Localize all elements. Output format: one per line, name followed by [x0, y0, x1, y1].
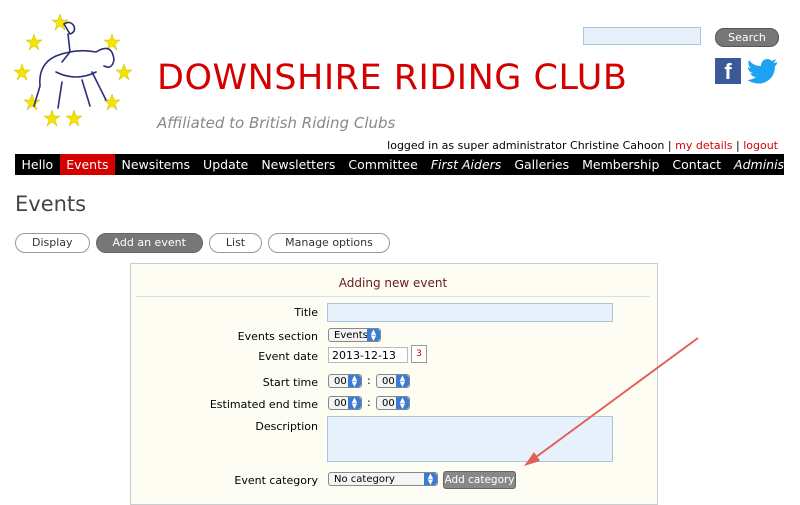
description-label: Description — [255, 420, 318, 433]
logo-star-icon — [103, 93, 121, 111]
events-section-label: Events section — [237, 330, 318, 343]
logo-star-icon — [13, 63, 31, 81]
event-tabs: Display Add an event List Manage options — [15, 233, 390, 253]
tab-list[interactable]: List — [208, 233, 263, 253]
annotation-arrow-icon — [524, 337, 699, 466]
select-arrows-icon: ▲ ▼ — [424, 473, 437, 486]
tab-display[interactable]: Display — [15, 233, 90, 253]
nav-item-contact[interactable]: Contact — [666, 154, 728, 175]
logo-star-icon — [103, 33, 121, 51]
my-details-link[interactable]: my details — [675, 139, 732, 152]
main-nav: Hello Events Newsitems Update Newsletter… — [15, 154, 800, 175]
site-tagline: Affiliated to British Riding Clubs — [157, 114, 396, 132]
event-category-label: Event category — [234, 474, 318, 487]
logo-star-icon — [115, 63, 133, 81]
club-logo — [13, 13, 133, 127]
nav-item-events[interactable]: Events — [59, 154, 116, 175]
nav-item-membership[interactable]: Membership — [576, 154, 666, 175]
form-heading: Adding new event — [136, 268, 650, 297]
search-button[interactable]: Search — [715, 28, 779, 47]
start-minute-value: 00 — [382, 376, 395, 387]
nav-item-update[interactable]: Update — [197, 154, 255, 175]
title-label: Title — [294, 306, 318, 319]
start-time-label: Start time — [262, 376, 318, 389]
select-arrows-icon: ▲ ▼ — [396, 375, 409, 388]
end-hour-value: 00 — [334, 398, 347, 409]
nav-item-newsletters[interactable]: Newsletters — [255, 154, 342, 175]
start-time-colon: : — [367, 374, 371, 387]
search-input[interactable] — [583, 27, 701, 45]
login-separator: | — [735, 139, 740, 152]
event-date-input[interactable]: 2013-12-13 — [328, 347, 408, 363]
login-text: logged in as super administrator Christi… — [387, 139, 672, 152]
logo-star-icon — [65, 109, 83, 127]
title-input[interactable] — [327, 303, 613, 322]
start-hour-select[interactable]: 00 ▲ ▼ — [328, 374, 362, 388]
tab-manage-options[interactable]: Manage options — [268, 233, 390, 253]
end-minute-value: 00 — [382, 398, 395, 409]
end-time-colon: : — [367, 396, 371, 409]
twitter-icon[interactable] — [748, 58, 778, 84]
calendar-icon[interactable]: 3 — [411, 345, 427, 363]
select-arrows-icon: ▲ ▼ — [367, 329, 380, 342]
logo-star-icon — [25, 33, 43, 51]
event-date-label: Event date — [258, 350, 318, 363]
logo-star-icon — [43, 109, 61, 127]
event-category-select[interactable]: No category ▲ ▼ — [328, 472, 438, 486]
nav-item-newsitems[interactable]: Newsitems — [115, 154, 197, 175]
select-arrows-icon: ▲ ▼ — [396, 397, 409, 410]
nav-item-committee[interactable]: Committee — [342, 154, 424, 175]
nav-item-hello[interactable]: Hello — [15, 154, 60, 175]
select-arrows-icon: ▲ ▼ — [348, 375, 361, 388]
end-time-label: Estimated end time — [209, 398, 318, 411]
nav-item-first-aiders[interactable]: First Aiders — [424, 154, 508, 175]
facebook-icon[interactable]: f — [715, 58, 741, 84]
select-arrows-icon: ▲ ▼ — [348, 397, 361, 410]
start-hour-value: 00 — [334, 376, 347, 387]
event-category-value: No category — [334, 474, 395, 485]
site-title: DOWNSHIRE RIDING CLUB — [157, 58, 628, 98]
events-section-select[interactable]: Events ▲ ▼ — [328, 328, 381, 342]
page-title: Events — [15, 192, 87, 216]
end-minute-select[interactable]: 00 ▲ ▼ — [376, 396, 410, 410]
events-section-value: Events — [334, 330, 368, 341]
logout-link[interactable]: logout — [743, 139, 778, 152]
tab-add-event[interactable]: Add an event — [95, 233, 203, 253]
login-status: logged in as super administrator Christi… — [387, 139, 778, 152]
start-minute-select[interactable]: 00 ▲ ▼ — [376, 374, 410, 388]
end-hour-select[interactable]: 00 ▲ ▼ — [328, 396, 362, 410]
nav-item-galleries[interactable]: Galleries — [508, 154, 576, 175]
add-category-button[interactable]: Add category — [443, 471, 516, 489]
nav-item-administration[interactable]: Administration — [728, 154, 800, 175]
